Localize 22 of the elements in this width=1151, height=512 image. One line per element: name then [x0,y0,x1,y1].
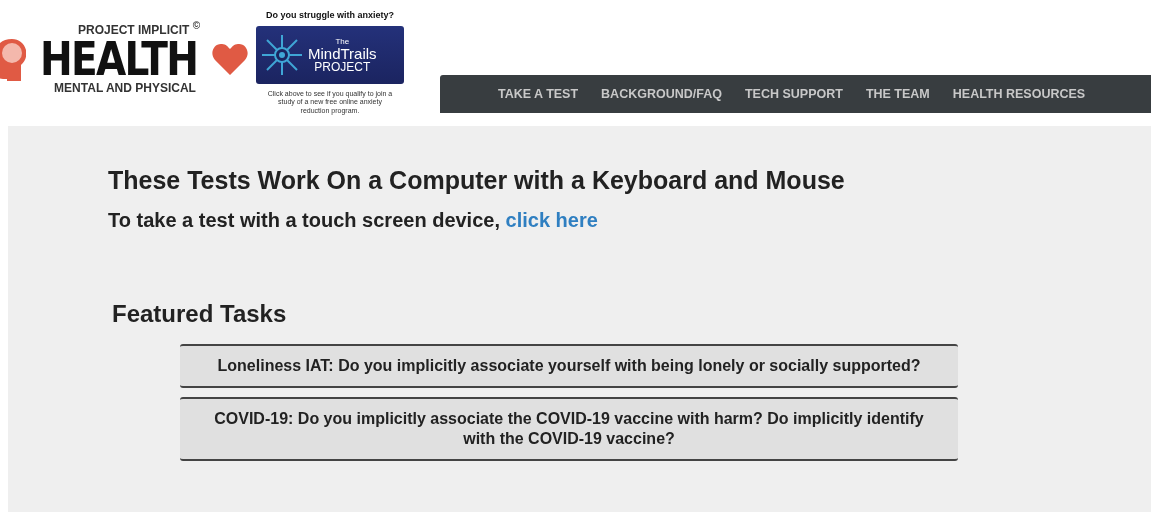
banner-text: The [335,37,350,46]
task-button[interactable]: COVID-19: Do you implicitly associate the COVID-19 vaccine with harm? Do implicitly identify with the COVID-19 vaccine? [180,397,958,461]
logo-subtitle: MENTAL AND PHYSICAL [54,81,196,95]
touch-notice: To take a test with a touch screen device, click here [108,209,599,232]
heart-icon [211,43,248,75]
promo-banner[interactable]: The MindTrails PROJECT [256,26,404,84]
click-here-link[interactable]: click here [505,209,598,231]
compass-star-icon [262,35,302,75]
nav-link[interactable]: TAKE A TEST [498,87,579,101]
head-brain-icon [0,37,27,81]
logo-title: HEALTH [40,37,198,81]
promo-question: Do you struggle with anxiety? [266,10,394,20]
banner-text: PROJECT [314,60,371,73]
nav-link[interactable]: TECH SUPPORT [744,87,843,101]
section-heading: Featured Tasks [112,300,288,328]
logo-tagline: PROJECT IMPLICIT $^{©}$ [77,20,201,37]
banner-title: MindTrails [308,45,377,61]
nav-link[interactable]: THE TEAM [865,87,930,101]
page-heading: These Tests Work On a Computer with a Keyboard and Mouse [108,166,846,195]
nav-link[interactable]: HEALTH RESOURCES [952,87,1086,101]
nav-link[interactable]: BACKGROUND/FAQ [601,87,722,101]
task-button[interactable]: Loneliness IAT: Do you implicitly associate yourself with being lonely or socially supported? [180,344,958,388]
